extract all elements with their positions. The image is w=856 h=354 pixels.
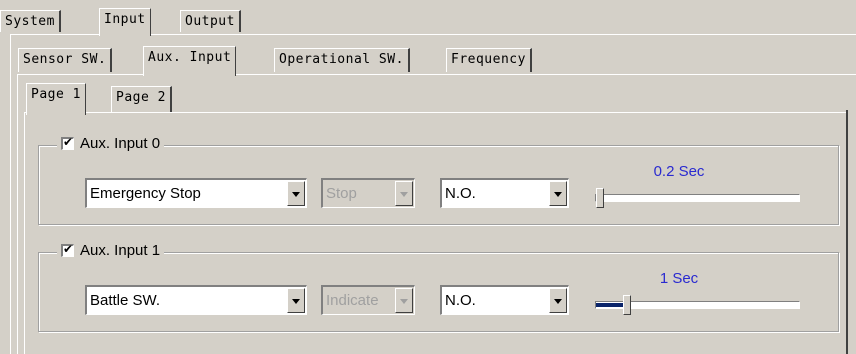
aux-input-0-contact-value: N.O. (445, 185, 476, 202)
tab-frequency-label: Frequency (451, 52, 526, 67)
panel-edge (846, 110, 848, 354)
aux-input-0-delay-slider[interactable] (595, 188, 800, 208)
tab-aux-input-label: Aux. Input (148, 50, 232, 65)
tab-operational-sw-label: Operational SW. (279, 52, 404, 67)
chevron-down-icon[interactable] (287, 181, 305, 206)
aux-input-0-legend: Aux. Input 0 (57, 135, 165, 152)
chevron-down-icon[interactable] (549, 288, 567, 313)
tab-frequency[interactable]: Frequency (446, 48, 532, 72)
aux-input-0-checkbox[interactable] (61, 135, 74, 150)
aux-input-1-delay-slider[interactable] (595, 295, 800, 315)
tab-sensor-sw[interactable]: Sensor SW. (18, 48, 113, 72)
chevron-down-icon (395, 288, 413, 313)
tab-output-label: Output (185, 14, 235, 29)
aux-input-0-title: Aux. Input 0 (80, 135, 161, 152)
aux-input-1-delay-fill (596, 303, 623, 307)
tab-page-2-label: Page 2 (116, 90, 166, 105)
aux-input-0-action-select: Stop (321, 178, 415, 208)
aux-input-1-contact-select[interactable]: N.O. (440, 285, 569, 315)
aux-input-1-title: Aux. Input 1 (80, 242, 161, 259)
tab-system[interactable]: System (0, 10, 61, 32)
chevron-down-icon[interactable] (549, 181, 567, 206)
aux-input-1-action-select: Indicate (321, 285, 415, 315)
aux-input-0-group: Aux. Input 0 Emergency Stop Stop N.O. 0.… (38, 135, 839, 225)
tab-page-2[interactable]: Page 2 (111, 86, 172, 112)
tab-page-1-label: Page 1 (31, 87, 81, 102)
aux-input-0-action-value: Stop (326, 185, 357, 202)
aux-input-1-delay-label: 1 Sec (659, 270, 699, 287)
aux-input-0-function-select[interactable]: Emergency Stop (85, 178, 307, 208)
aux-input-1-function-select[interactable]: Battle SW. (85, 285, 307, 315)
tab-aux-input[interactable]: Aux. Input (143, 46, 237, 76)
aux-input-1-legend: Aux. Input 1 (57, 242, 165, 259)
aux-input-1-action-value: Indicate (326, 292, 379, 309)
aux-input-1-group: Aux. Input 1 Battle SW. Indicate N.O. 1 … (38, 242, 839, 332)
aux-input-0-function-value: Emergency Stop (90, 185, 201, 202)
aux-input-1-checkbox[interactable] (61, 242, 74, 257)
aux-input-1-function-value: Battle SW. (90, 292, 161, 309)
tab-operational-sw[interactable]: Operational SW. (274, 48, 410, 72)
tab-input[interactable]: Input (99, 8, 151, 36)
aux-input-0-delay-label: 0.2 Sec (653, 163, 705, 180)
tab-sensor-sw-label: Sensor SW. (23, 52, 107, 67)
chevron-down-icon (395, 181, 413, 206)
tab-input-label: Input (104, 12, 146, 27)
aux-input-0-contact-select[interactable]: N.O. (440, 178, 569, 208)
chevron-down-icon[interactable] (287, 288, 305, 313)
aux-input-1-contact-value: N.O. (445, 292, 476, 309)
tab-output[interactable]: Output (180, 10, 241, 32)
aux-input-0-delay-thumb[interactable] (596, 188, 604, 208)
tab-page-1[interactable]: Page 1 (26, 83, 86, 115)
aux-input-1-delay-thumb[interactable] (623, 295, 631, 315)
tab-system-label: System (5, 14, 55, 29)
